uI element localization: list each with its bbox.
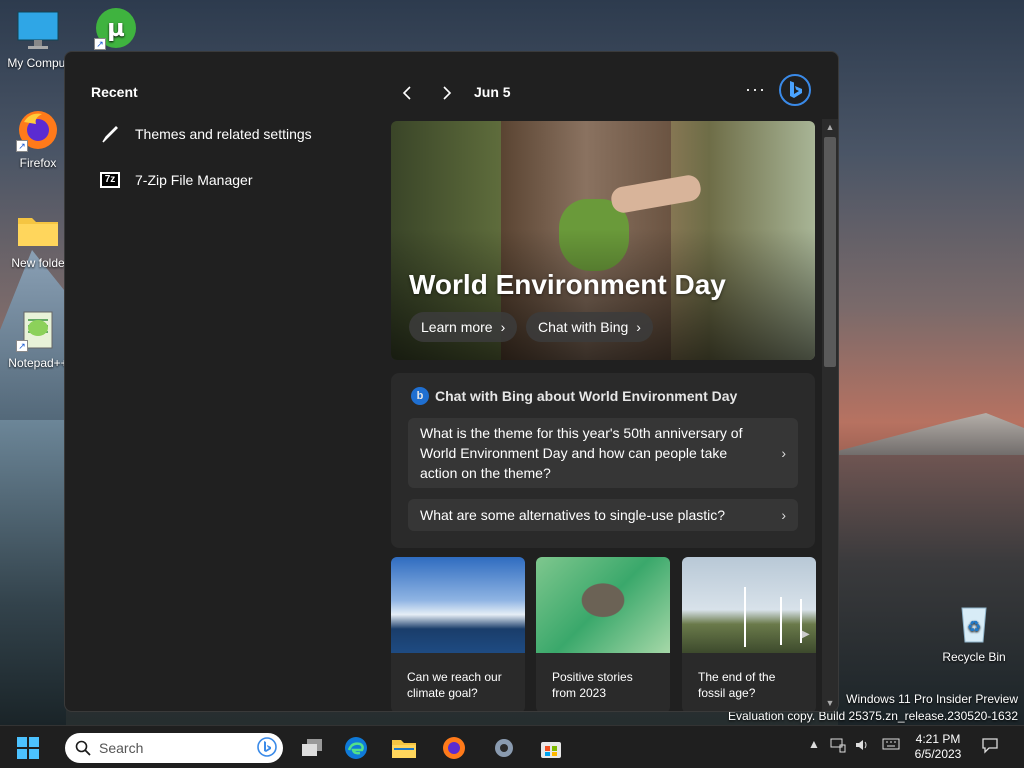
- clock-time: 4:21 PM: [915, 732, 961, 746]
- watermark-line1: Windows 11 Pro Insider Preview: [846, 692, 1018, 706]
- recent-item-themes[interactable]: Themes and related settings: [99, 119, 312, 149]
- news-caption: Positive stories from 2023: [552, 670, 633, 700]
- recent-item-label: Themes and related settings: [135, 126, 312, 142]
- file-explorer-icon: [392, 740, 416, 758]
- utorrent-icon: µ ↗: [94, 6, 138, 50]
- search-icon: [75, 740, 91, 756]
- chevron-right-icon: ›: [781, 445, 786, 461]
- firefox-button[interactable]: [440, 734, 468, 762]
- wallpaper-water-left: [0, 420, 66, 725]
- desktop-icon-utorrent[interactable]: µ ↗: [80, 6, 152, 54]
- desktop-icon-recycle-bin[interactable]: ♻ Recycle Bin: [938, 602, 1010, 664]
- news-card[interactable]: Positive stories from 2023: [536, 557, 670, 711]
- date-label: Jun 5: [474, 84, 511, 100]
- chat-question-button[interactable]: What is the theme for this year's 50th a…: [408, 418, 798, 488]
- taskbar-clock[interactable]: 4:21 PM 6/5/2023: [905, 732, 971, 762]
- more-options-button[interactable]: ···: [745, 79, 766, 100]
- chevron-right-icon: ›: [500, 319, 506, 335]
- chat-card-heading: b Chat with Bing about World Environment…: [411, 387, 737, 405]
- recent-item-7zip[interactable]: 7z 7-Zip File Manager: [99, 165, 253, 195]
- show-hidden-icons-button[interactable]: ▲: [808, 737, 820, 751]
- news-caption: The end of the fossil age?: [698, 670, 776, 700]
- chevron-right-icon: [443, 86, 452, 100]
- recycle-bin-icon: ♻: [952, 602, 996, 646]
- 7zip-icon: 7z: [99, 169, 121, 191]
- news-card[interactable]: The end of the fossil age?: [682, 557, 816, 711]
- volume-icon[interactable]: [854, 737, 870, 756]
- desktop-icon-label: Recycle Bin: [942, 650, 1006, 664]
- file-explorer-button[interactable]: [390, 734, 418, 762]
- hero-title: World Environment Day: [409, 269, 726, 300]
- edge-button[interactable]: [342, 734, 370, 762]
- firefox-icon: ↗: [16, 108, 60, 152]
- news-image: [391, 557, 525, 653]
- network-icon[interactable]: [830, 737, 846, 756]
- computer-icon: [16, 8, 60, 52]
- svg-text:♻: ♻: [967, 617, 981, 636]
- bing-icon: [257, 736, 277, 760]
- task-view-icon: [302, 739, 322, 756]
- chevron-right-icon: ›: [781, 507, 786, 523]
- start-button[interactable]: [14, 734, 42, 762]
- clock-date: 6/5/2023: [914, 747, 962, 761]
- start-icon: [17, 737, 39, 759]
- bing-chat-button[interactable]: [779, 74, 811, 106]
- firefox-icon: [443, 737, 465, 759]
- notepadpp-icon: ↗: [16, 308, 60, 352]
- next-day-button[interactable]: [435, 81, 459, 105]
- chevron-right-icon: ›: [636, 319, 641, 335]
- bing-chat-card: b Chat with Bing about World Environment…: [391, 373, 815, 548]
- store-icon: [541, 742, 561, 758]
- widgets-panel: Recent Themes and related settings 7z 7-…: [64, 51, 839, 712]
- recent-item-label: 7-Zip File Manager: [135, 172, 253, 188]
- chat-with-bing-label: Chat with Bing: [538, 319, 629, 335]
- task-view-button[interactable]: [298, 734, 326, 762]
- carousel-next-arrow-icon[interactable]: ▶: [802, 629, 814, 649]
- scroll-up-arrow-icon[interactable]: ▲: [822, 119, 838, 135]
- previous-day-button[interactable]: [395, 81, 419, 105]
- learn-more-button[interactable]: Learn more ›: [409, 312, 518, 342]
- taskbar-search[interactable]: Search: [65, 733, 283, 763]
- news-image: [536, 557, 670, 653]
- settings-button[interactable]: [490, 734, 518, 762]
- learn-more-label: Learn more: [421, 319, 493, 335]
- keyboard-icon[interactable]: [882, 737, 900, 754]
- news-image: [682, 557, 816, 653]
- store-button[interactable]: [537, 734, 565, 762]
- chat-question-text: What is the theme for this year's 50th a…: [420, 425, 743, 481]
- news-caption: Can we reach our climate goal?: [407, 670, 502, 700]
- news-card[interactable]: Can we reach our climate goal?: [391, 557, 525, 711]
- notifications-icon[interactable]: [981, 736, 999, 757]
- edge-icon: [345, 737, 367, 759]
- search-placeholder: Search: [99, 740, 144, 756]
- settings-icon: [495, 739, 513, 757]
- taskbar: Search ▲ 4:21 PM 6/5/2023: [0, 725, 1024, 768]
- bing-icon: [790, 81, 802, 98]
- scroll-thumb[interactable]: [824, 137, 836, 367]
- chat-with-bing-button[interactable]: Chat with Bing ›: [526, 312, 653, 342]
- brush-icon: [99, 123, 121, 145]
- panel-scrollbar[interactable]: ▲ ▼: [822, 119, 838, 711]
- recent-title: Recent: [91, 84, 138, 100]
- chat-question-text: What are some alternatives to single-use…: [420, 507, 726, 523]
- chat-card-title: Chat with Bing about World Environment D…: [435, 388, 738, 404]
- bing-icon: b: [411, 387, 429, 405]
- chevron-left-icon: [402, 86, 411, 100]
- chat-question-button[interactable]: What are some alternatives to single-use…: [408, 499, 798, 531]
- svg-text:µ: µ: [107, 14, 125, 42]
- folder-icon: [16, 208, 60, 252]
- wallpaper-water-right: [838, 455, 1024, 725]
- scroll-down-arrow-icon[interactable]: ▼: [822, 695, 838, 711]
- hero-card[interactable]: World Environment Day Learn more › Chat …: [391, 121, 815, 360]
